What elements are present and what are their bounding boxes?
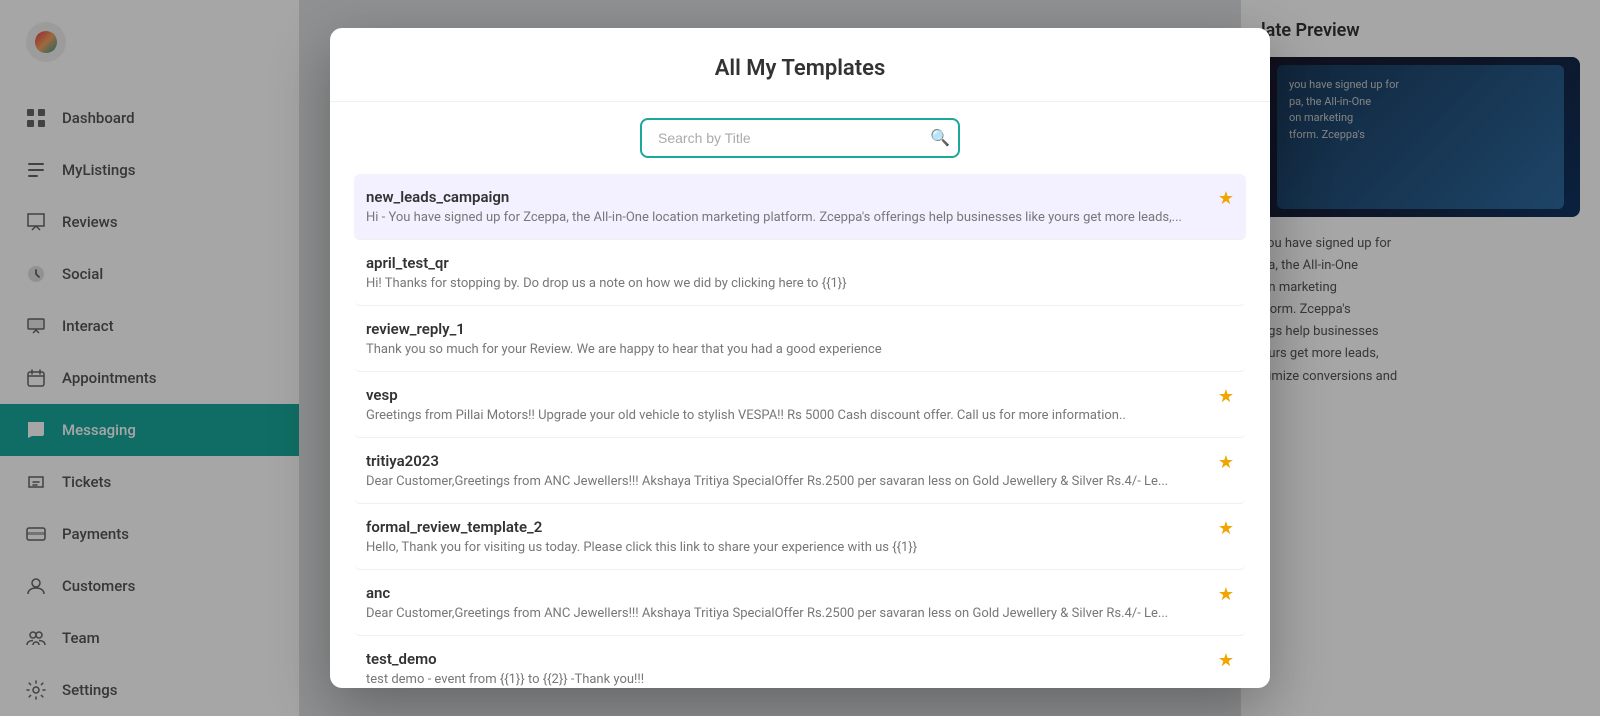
template-name: tritiya2023: [366, 452, 1234, 470]
template-item[interactable]: review_reply_1 Thank you so much for you…: [354, 306, 1246, 372]
template-item[interactable]: vesp Greetings from Pillai Motors!! Upgr…: [354, 372, 1246, 438]
star-icon: ★: [1218, 188, 1234, 209]
template-name: test_demo: [366, 650, 1234, 668]
template-preview: Hi - You have signed up for Zceppa, the …: [366, 210, 1186, 225]
template-name: new_leads_campaign: [366, 188, 1234, 206]
star-icon: ★: [1218, 650, 1234, 671]
star-icon: ★: [1218, 518, 1234, 539]
template-item[interactable]: tritiya2023 Dear Customer,Greetings from…: [354, 438, 1246, 504]
template-name: april_test_qr: [366, 254, 1234, 272]
modal-search-area: 🔍: [330, 102, 1270, 174]
template-name: vesp: [366, 386, 1234, 404]
template-preview: Thank you so much for your Review. We ar…: [366, 342, 1186, 357]
template-preview: Hello, Thank you for visiting us today. …: [366, 540, 1186, 555]
search-wrapper: 🔍: [640, 118, 960, 158]
star-icon: ★: [1218, 386, 1234, 407]
template-item[interactable]: april_test_qr Hi! Thanks for stopping by…: [354, 240, 1246, 306]
template-preview: test demo - event from {{1}} to {{2}} -T…: [366, 672, 1186, 687]
search-button[interactable]: 🔍: [930, 128, 950, 148]
star-icon: ★: [1218, 452, 1234, 473]
template-list: new_leads_campaign Hi - You have signed …: [330, 174, 1270, 688]
template-item[interactable]: test_demo test demo - event from {{1}} t…: [354, 636, 1246, 688]
star-icon: ★: [1218, 584, 1234, 605]
template-preview: Dear Customer,Greetings from ANC Jewelle…: [366, 474, 1186, 489]
all-templates-modal: All My Templates 🔍 new_leads_campaign Hi…: [330, 28, 1270, 688]
template-preview: Greetings from Pillai Motors!! Upgrade y…: [366, 408, 1186, 423]
modal-title: All My Templates: [362, 56, 1238, 81]
template-preview: Dear Customer,Greetings from ANC Jewelle…: [366, 606, 1186, 621]
template-name: review_reply_1: [366, 320, 1234, 338]
template-item[interactable]: formal_review_template_2 Hello, Thank yo…: [354, 504, 1246, 570]
search-input[interactable]: [640, 118, 960, 158]
template-item[interactable]: new_leads_campaign Hi - You have signed …: [354, 174, 1246, 240]
template-preview: Hi! Thanks for stopping by. Do drop us a…: [366, 276, 1186, 291]
template-name: formal_review_template_2: [366, 518, 1234, 536]
template-item[interactable]: anc Dear Customer,Greetings from ANC Jew…: [354, 570, 1246, 636]
template-name: anc: [366, 584, 1234, 602]
modal-header: All My Templates: [330, 28, 1270, 102]
